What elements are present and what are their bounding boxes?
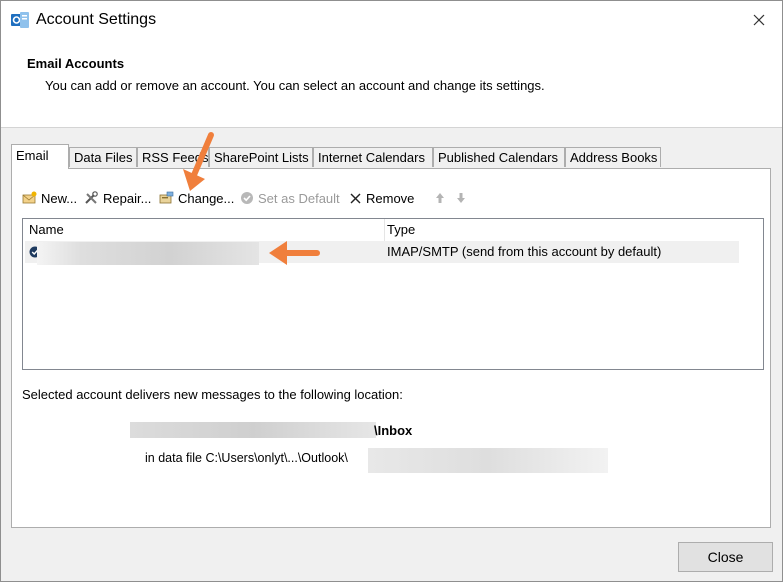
new-account-button[interactable]: New... xyxy=(22,187,77,209)
annotation-arrow-down-icon xyxy=(183,132,214,191)
annotation-arrow-left-icon xyxy=(269,241,320,265)
redacted-account-name xyxy=(37,242,259,265)
email-tab-panel: New... Repair... Change... Set as Defaul… xyxy=(11,168,771,528)
section-description: You can add or remove an account. You ca… xyxy=(45,78,545,93)
tab-data-files[interactable]: Data Files xyxy=(69,147,137,167)
set-as-default-button[interactable]: Set as Default xyxy=(240,187,340,209)
section-title: Email Accounts xyxy=(27,56,125,71)
close-window-icon[interactable] xyxy=(748,9,770,31)
column-header-type[interactable]: Type xyxy=(387,219,415,240)
change-settings-icon xyxy=(159,191,174,204)
new-email-icon xyxy=(22,191,37,204)
redacted-folder-path xyxy=(130,422,376,438)
set-as-default-label: Set as Default xyxy=(258,190,340,206)
account-type: IMAP/SMTP (send from this account by def… xyxy=(387,244,662,259)
repair-account-label: Repair... xyxy=(103,190,152,206)
tab-address-books[interactable]: Address Books xyxy=(565,147,661,167)
data-file-path: in data file C:\Users\onlyt\...\Outlook\ xyxy=(145,451,348,465)
header-band: Email Accounts You can add or remove an … xyxy=(1,41,782,128)
new-account-label: New... xyxy=(41,190,78,206)
column-divider[interactable] xyxy=(384,219,385,241)
tab-published-calendars[interactable]: Published Calendars xyxy=(433,147,565,167)
remove-x-icon xyxy=(350,193,361,203)
account-row[interactable]: IMAP/SMTP (send from this account by def… xyxy=(25,241,739,265)
arrow-down-icon xyxy=(457,193,465,203)
repair-account-button[interactable]: Repair... xyxy=(84,187,151,209)
close-button[interactable]: Close xyxy=(678,542,773,572)
repair-tools-icon xyxy=(85,191,98,204)
tab-sharepoint-lists[interactable]: SharePoint Lists xyxy=(209,147,313,167)
arrow-up-icon xyxy=(436,193,444,203)
account-settings-window: Account Settings Email Accounts You can … xyxy=(0,0,783,582)
redacted-data-file-name xyxy=(368,448,608,473)
move-down-button[interactable] xyxy=(456,187,470,209)
remove-account-button[interactable]: Remove xyxy=(349,187,414,209)
title-bar: Account Settings xyxy=(1,1,782,41)
remove-account-label: Remove xyxy=(366,190,415,206)
outlook-account-settings-icon xyxy=(11,12,29,28)
column-header-name[interactable]: Name xyxy=(29,219,64,240)
accounts-list[interactable]: Name Type IMAP/SMTP (send from this acco… xyxy=(22,218,764,370)
delivery-location-text: Selected account delivers new messages t… xyxy=(22,387,403,402)
tab-email[interactable]: Email xyxy=(11,144,69,169)
window-title: Account Settings xyxy=(36,11,157,28)
inbox-folder-label: \Inbox xyxy=(374,423,413,438)
checkmark-circle-icon xyxy=(241,192,253,204)
move-up-button[interactable] xyxy=(435,187,449,209)
tab-internet-calendars[interactable]: Internet Calendars xyxy=(313,147,433,167)
